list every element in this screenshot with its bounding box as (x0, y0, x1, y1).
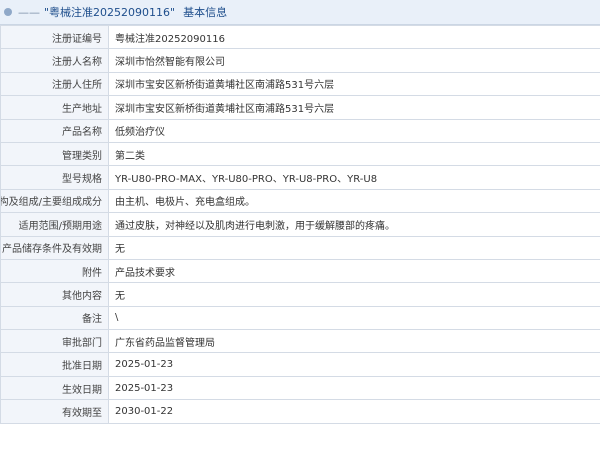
table-row: 产品储存条件及有效期无 (0, 235, 600, 260)
section-header: —— "粤械注准20252090116" 基本信息 (0, 0, 600, 25)
table-row: 有效期至 2030-01-22 (0, 399, 600, 424)
table-row: 备注 \ (0, 305, 600, 331)
row-label: 批准日期 (0, 352, 109, 377)
table-row: 管理类别 第二类 (0, 141, 600, 167)
row-label-text: 管理类别 (62, 150, 102, 162)
circle-icon (4, 8, 12, 16)
row-label: 其他内容 (0, 282, 109, 307)
row-label: 生产地址 (0, 95, 109, 120)
row-label: 管理类别 (0, 141, 109, 167)
table-row: 批准日期 2025-01-23 (0, 352, 600, 377)
row-label-text: 注册人住所 (52, 80, 102, 92)
table-row: 注册证编号 粤械注准20252090116 (0, 24, 600, 50)
row-label: 注册人住所 (0, 71, 109, 97)
row-value: 广东省药品监督管理局 (108, 329, 600, 354)
row-label-text: 型号规格 (62, 174, 102, 186)
table-row: 附件 产品技术要求 (0, 258, 600, 284)
row-value: 2030-01-22 (108, 399, 600, 424)
row-label: 审批部门 (0, 329, 109, 354)
table-row: 其他内容无 (0, 282, 600, 307)
row-label-text: 生效日期 (62, 384, 102, 396)
table-row: 结构及组成/主要组成成分由主机、电极片、充电盒组成。 (0, 188, 600, 214)
row-label: 注册证编号 (0, 24, 109, 50)
row-value: 深圳市宝安区新桥街道黄埔社区南浦路531号六层 (108, 95, 600, 120)
row-label-text: 批准日期 (62, 361, 102, 373)
table-row: 产品名称 低频治疗仪 (0, 118, 600, 143)
row-label: 注册人名称 (0, 48, 109, 73)
header-registration-number: "粤械注准20252090116" (44, 6, 176, 19)
table-row: 生产地址 深圳市宝安区新桥街道黄埔社区南浦路531号六层 (0, 95, 600, 120)
row-label: 结构及组成/主要组成成分 (0, 188, 109, 214)
row-label: 型号规格 (0, 165, 109, 190)
row-value: \ (108, 305, 600, 331)
table-row: 适用范围/预期用途 通过皮肤，对神经以及肌肉进行电刺激，用于缓解腰部的疼痛。 (0, 212, 600, 237)
row-label-text: 产品储存条件及有效期 (2, 244, 102, 256)
row-value: 无 (108, 235, 600, 260)
row-value: 无 (108, 282, 600, 307)
row-label-text: 备注 (82, 314, 102, 326)
row-value: 粤械注准20252090116 (108, 24, 600, 50)
row-label: 有效期至 (0, 399, 109, 424)
table-row: 生效日期 2025-01-23 (0, 375, 600, 401)
row-label-text: 适用范围/预期用途 (18, 220, 102, 232)
header-dash: —— (18, 5, 40, 19)
row-value: 通过皮肤，对神经以及肌肉进行电刺激，用于缓解腰部的疼痛。 (108, 212, 600, 237)
header-title: 基本信息 (183, 6, 228, 19)
row-label-text: 注册人名称 (52, 57, 102, 69)
row-label: 附件 (0, 258, 109, 284)
table-row: 注册人住所 深圳市宝安区新桥街道黄埔社区南浦路531号六层 (0, 71, 600, 97)
row-value: 产品技术要求 (108, 258, 600, 284)
row-value: YR-U80-PRO-MAX、YR-U80-PRO、YR-U8-PRO、YR-U… (108, 165, 600, 190)
row-label-text: 产品名称 (62, 127, 102, 139)
row-value: 2025-01-23 (108, 352, 600, 377)
row-label-text: 注册证编号 (52, 33, 102, 45)
row-value: 第二类 (108, 141, 600, 167)
row-label-text: 生产地址 (62, 103, 102, 115)
row-value: 2025-01-23 (108, 375, 600, 401)
row-value: 由主机、电极片、充电盒组成。 (108, 188, 600, 214)
table-row: 注册人名称 深圳市怡然智能有限公司 (0, 48, 600, 73)
row-value: 深圳市宝安区新桥街道黄埔社区南浦路531号六层 (108, 71, 600, 97)
row-label: 适用范围/预期用途 (0, 212, 109, 237)
row-value: 低频治疗仪 (108, 118, 600, 143)
row-label: 生效日期 (0, 375, 109, 401)
basic-info-table: 注册证编号 粤械注准20252090116 注册人名称 深圳市怡然智能有限公司 注册人住… (0, 24, 600, 424)
row-value: 深圳市怡然智能有限公司 (108, 48, 600, 73)
row-label: 产品名称 (0, 118, 109, 143)
table-row: 审批部门 广东省药品监督管理局 (0, 329, 600, 354)
row-label-text: 结构及组成/主要组成成分 (0, 197, 103, 209)
row-label-text: 有效期至 (62, 407, 102, 419)
row-label-text: 附件 (82, 267, 102, 279)
row-label: 产品储存条件及有效期 (0, 235, 109, 260)
table-row: 型号规格 YR-U80-PRO-MAX、YR-U80-PRO、YR-U8-PRO、… (0, 165, 600, 190)
row-label: 备注 (0, 305, 109, 331)
row-label-text: 其他内容 (62, 290, 102, 302)
row-label-text: 审批部门 (62, 337, 102, 349)
